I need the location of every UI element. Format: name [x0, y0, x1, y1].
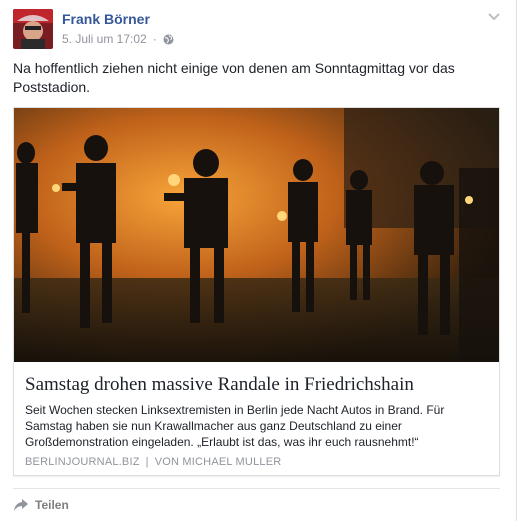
globe-icon[interactable]: [163, 34, 174, 45]
link-source: BERLINJOURNAL.BIZ | VON MICHAEL MULLER: [25, 456, 281, 468]
author-name[interactable]: Frank Börner: [62, 11, 150, 27]
share-button[interactable]: Teilen: [13, 498, 69, 512]
link-source-separator: |: [145, 456, 149, 468]
share-label: Teilen: [35, 498, 69, 512]
link-author: VON MICHAEL MULLER: [154, 456, 282, 468]
link-image[interactable]: [14, 108, 499, 362]
divider: [13, 488, 500, 489]
post-text: Na hoffentlich ziehen nicht einige von d…: [13, 60, 455, 95]
chevron-down-icon[interactable]: [486, 10, 502, 24]
link-description: Seit Wochen stecken Linksextremisten in …: [25, 403, 445, 449]
post-meta: 5. Juli um 17:02 ·: [62, 32, 174, 46]
avatar[interactable]: [13, 9, 53, 49]
meta-separator: ·: [152, 32, 157, 46]
share-arrow-icon: [13, 498, 29, 512]
post-card: Frank Börner 5. Juli um 17:02 · Na hoffe…: [0, 0, 517, 521]
link-domain: BERLINJOURNAL.BIZ: [25, 456, 140, 468]
post-timestamp[interactable]: 5. Juli um 17:02: [62, 32, 147, 46]
link-title[interactable]: Samstag drohen massive Randale in Friedr…: [25, 373, 495, 397]
link-preview[interactable]: Samstag drohen massive Randale in Friedr…: [13, 107, 500, 476]
